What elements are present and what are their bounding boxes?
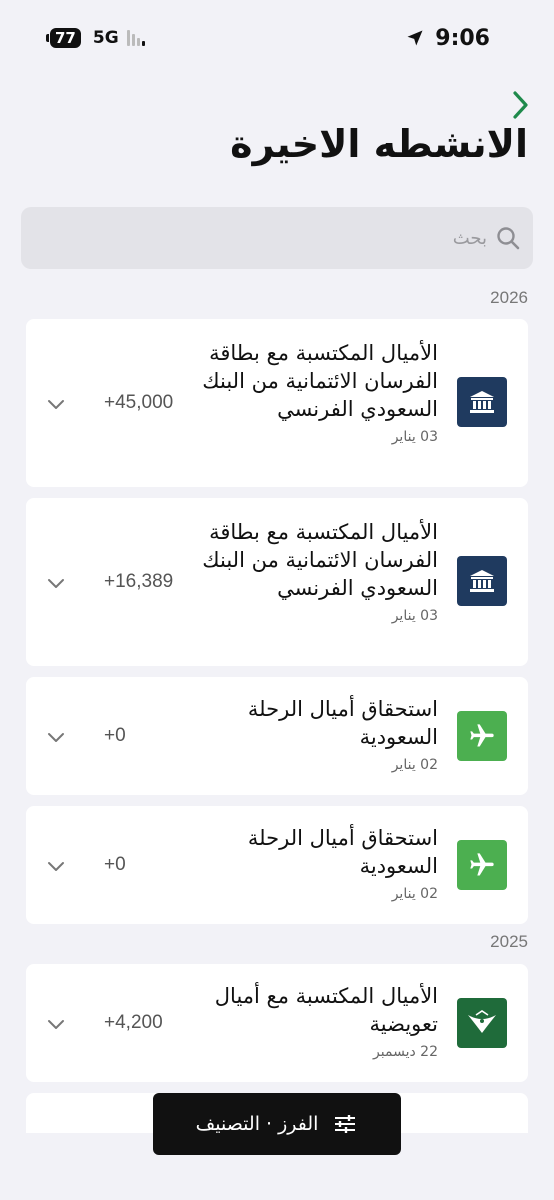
status-bar: 77 5G 9:06 (0, 0, 554, 76)
activity-date: 22 ديسمبر (373, 1044, 438, 1060)
chevron-right-icon (513, 91, 528, 119)
airplane-icon (470, 853, 494, 876)
chevron-down-icon[interactable] (46, 394, 66, 414)
activity-card[interactable]: استحقاق أميال الرحلة السعودية 02 يناير +… (26, 806, 528, 924)
activity-amount: +45,000 (104, 392, 174, 413)
sort-filter-button[interactable]: الفرز · التصنيف (153, 1093, 401, 1155)
saudia-logo-icon (468, 1010, 496, 1033)
year-label-2025: 2025 (490, 932, 528, 951)
battery-indicator: 77 (46, 28, 81, 48)
bank-icon-tile (457, 556, 507, 606)
activity-text: الأميال المكتسبة مع بطاقة الفرسان الائتم… (188, 518, 438, 624)
activity-text: استحقاق أميال الرحلة السعودية 02 يناير (188, 824, 438, 902)
chevron-down-icon[interactable] (46, 1014, 66, 1034)
page-title: الانشطه الاخيرة (230, 122, 528, 166)
chevron-down-icon[interactable] (46, 727, 66, 747)
activity-amount: +0 (104, 725, 126, 746)
activity-text: استحقاق أميال الرحلة السعودية 02 يناير (188, 695, 438, 773)
location-arrow-icon (407, 30, 423, 46)
chevron-down-icon[interactable] (46, 856, 66, 876)
network-type: 5G (92, 28, 119, 48)
search-input[interactable] (287, 227, 487, 249)
activity-card[interactable]: الأميال المكتسبة مع أميال تعويضية 22 ديس… (26, 964, 528, 1082)
chevron-down-icon[interactable] (46, 573, 66, 593)
activity-date: 03 يناير (391, 429, 438, 445)
sliders-icon (335, 1115, 356, 1133)
saudia-icon-tile (457, 998, 507, 1048)
airplane-icon-tile (457, 711, 507, 761)
activity-title: استحقاق أميال الرحلة السعودية (247, 697, 438, 749)
bank-icon (470, 570, 494, 592)
airplane-icon (470, 724, 494, 747)
status-right: 9:06 (405, 26, 490, 51)
activity-amount: +16,389 (104, 571, 174, 592)
activity-amount: +4,200 (104, 1012, 163, 1033)
activity-text: الأميال المكتسبة مع بطاقة الفرسان الائتم… (188, 339, 438, 445)
activity-title: الأميال المكتسبة مع أميال تعويضية (214, 984, 438, 1036)
bank-icon-tile (457, 377, 507, 427)
status-left: 77 5G (46, 28, 145, 48)
activity-title: استحقاق أميال الرحلة السعودية (247, 826, 438, 878)
signal-icon (126, 30, 145, 46)
clock-time: 9:06 (435, 25, 490, 51)
airplane-icon-tile (457, 840, 507, 890)
activity-amount: +0 (104, 854, 126, 875)
activity-card[interactable]: الأميال المكتسبة مع بطاقة الفرسان الائتم… (26, 319, 528, 487)
activity-date: 02 يناير (391, 757, 438, 773)
year-label-2026: 2026 (490, 288, 528, 307)
activity-card[interactable]: الأميال المكتسبة مع بطاقة الفرسان الائتم… (26, 498, 528, 666)
activity-text: الأميال المكتسبة مع أميال تعويضية 22 ديس… (188, 982, 438, 1060)
search-box[interactable] (21, 207, 533, 269)
bank-icon (470, 391, 494, 413)
back-button[interactable] (506, 88, 536, 122)
sort-filter-label: الفرز · التصنيف (195, 1113, 319, 1135)
activity-card[interactable]: استحقاق أميال الرحلة السعودية 02 يناير +… (26, 677, 528, 795)
activity-title: الأميال المكتسبة مع بطاقة الفرسان الائتم… (202, 520, 438, 600)
activity-date: 02 يناير (391, 886, 438, 902)
activity-title: الأميال المكتسبة مع بطاقة الفرسان الائتم… (202, 341, 438, 421)
activity-date: 03 يناير (391, 608, 438, 624)
search-icon (497, 227, 520, 250)
